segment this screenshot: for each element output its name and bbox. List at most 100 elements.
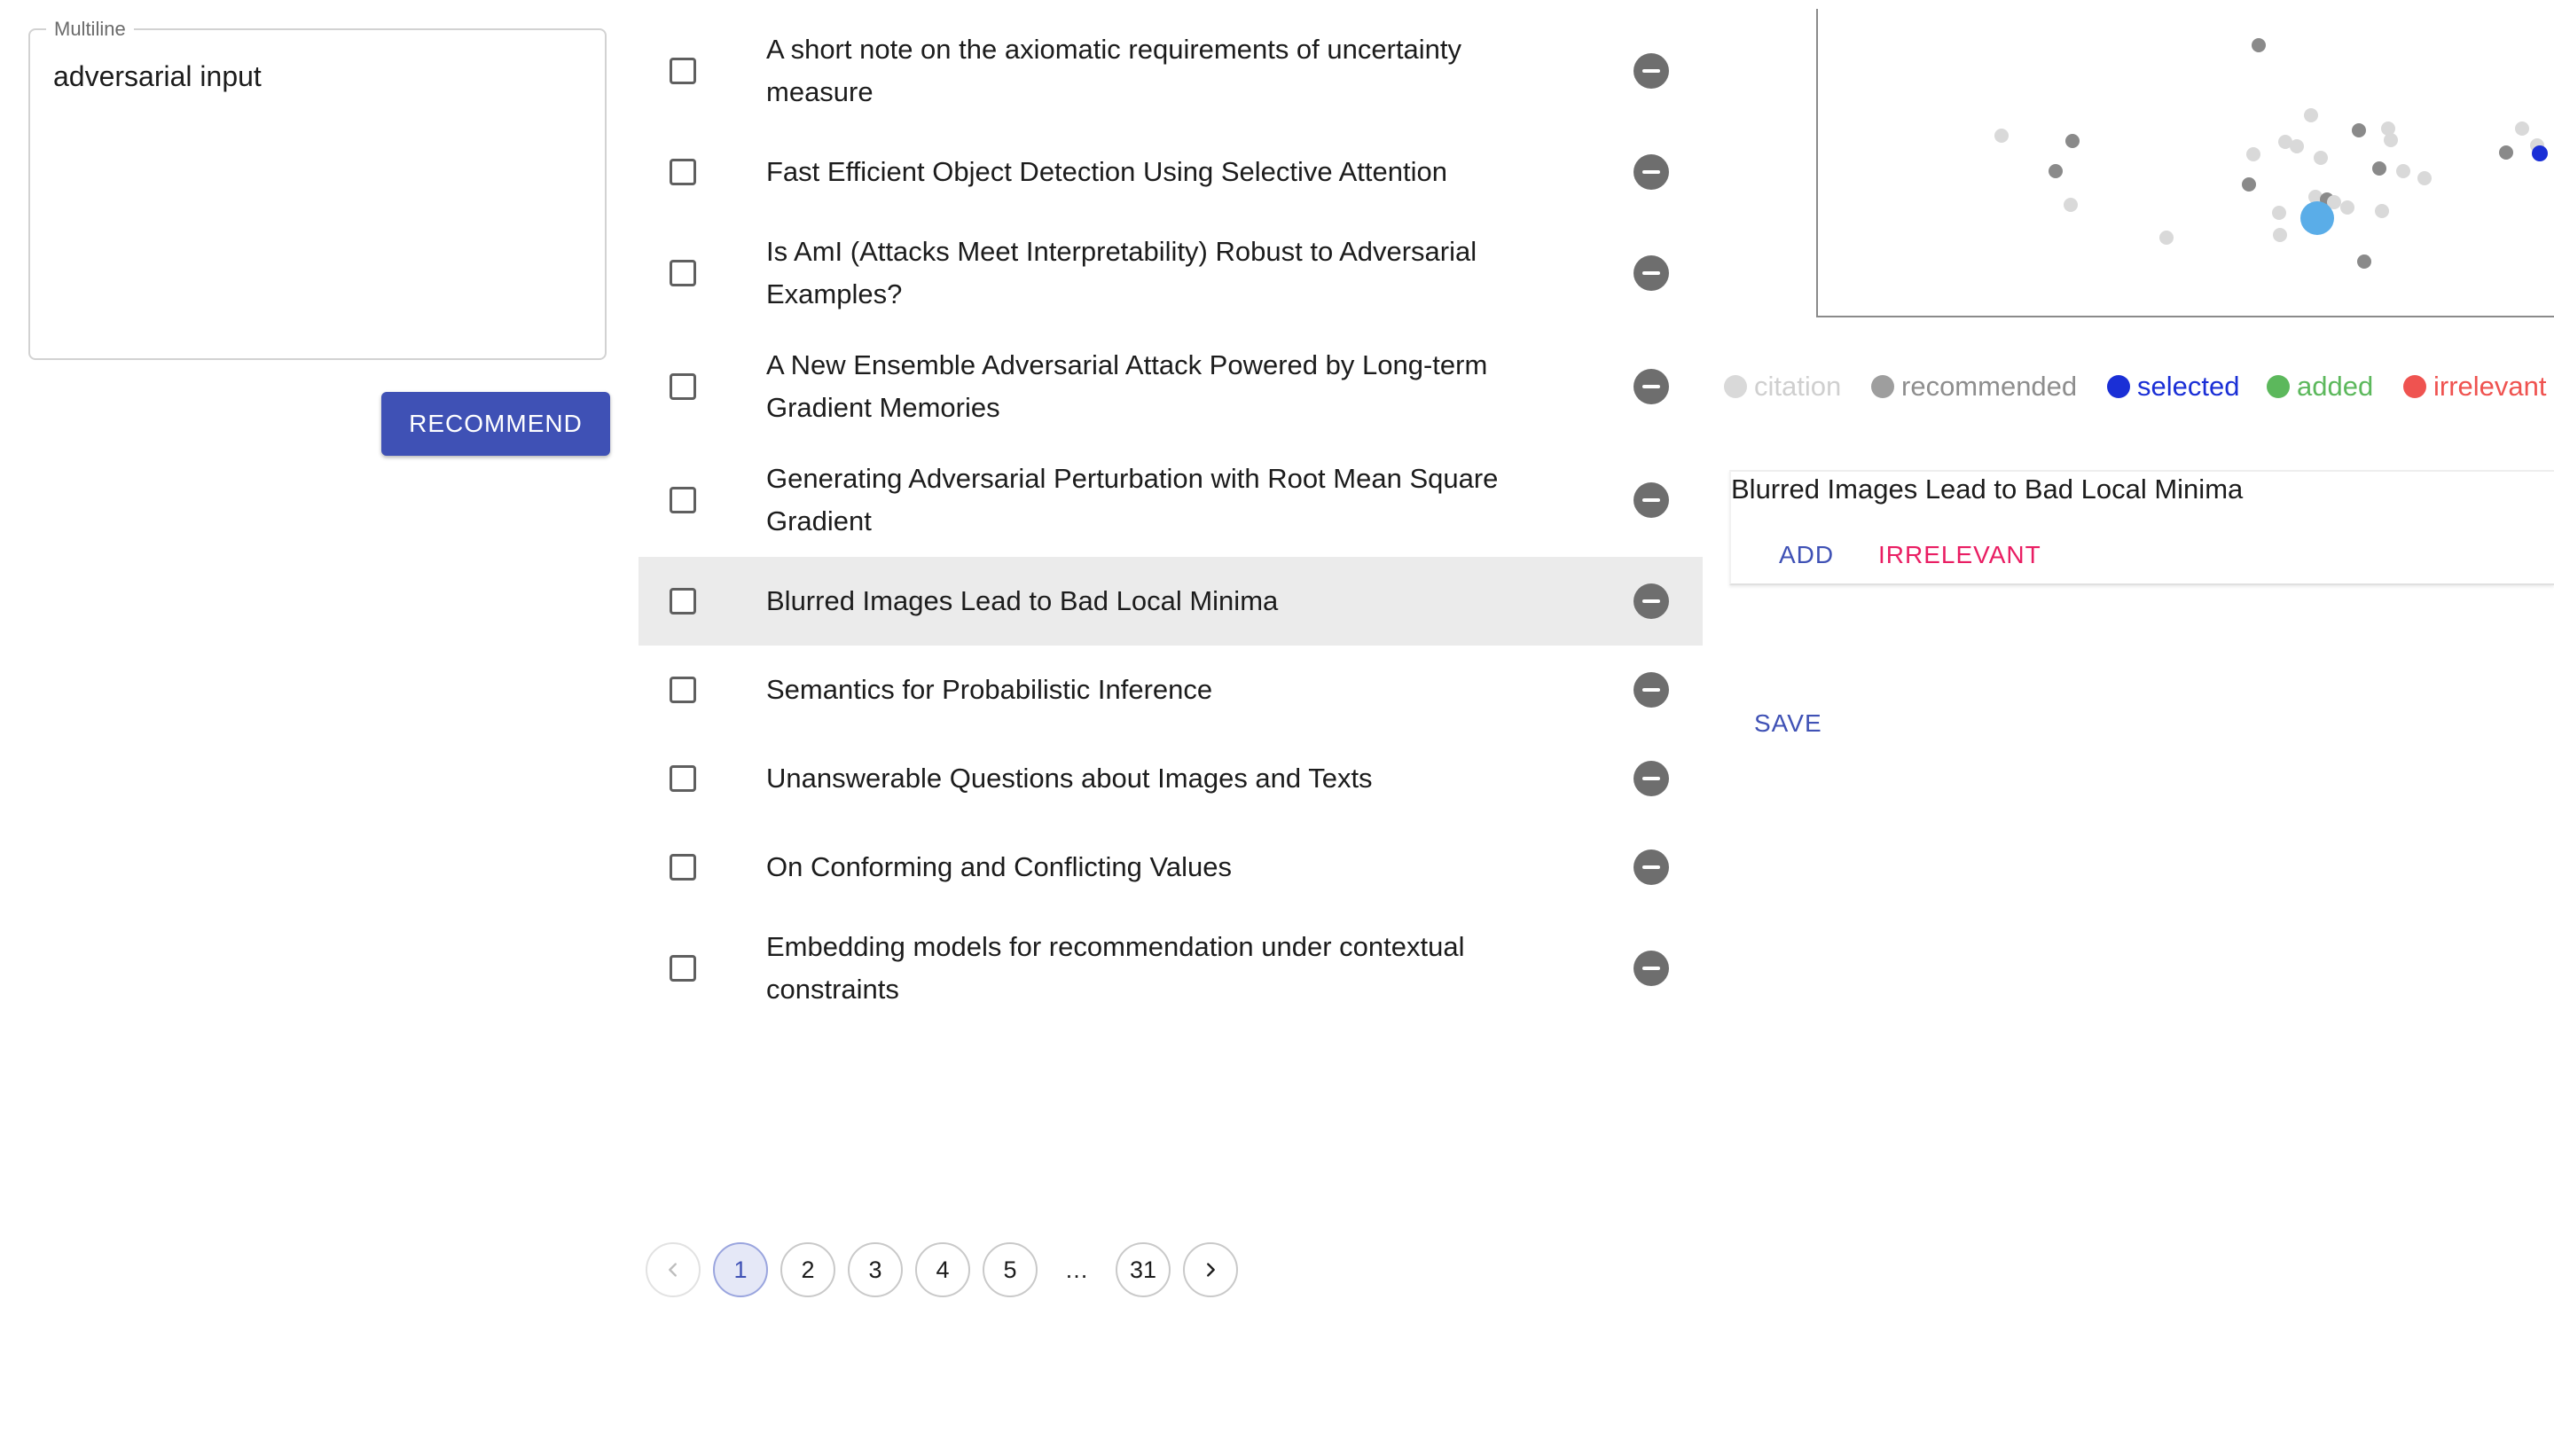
citation-point[interactable] — [2159, 231, 2174, 245]
selected-point[interactable] — [2532, 145, 2548, 161]
paper-checkbox[interactable] — [670, 677, 696, 703]
save-button[interactable]: SAVE — [1754, 709, 1822, 738]
query-field-label: Multiline — [46, 20, 134, 39]
paper-row[interactable]: Generating Adversarial Perturbation with… — [638, 432, 1703, 568]
legend-label: added — [2297, 371, 2374, 402]
recommended-dot-icon — [1871, 375, 1894, 398]
recommended-point[interactable] — [2065, 134, 2080, 148]
prev-page-button[interactable] — [646, 1242, 701, 1297]
page-button-last[interactable]: 31 — [1116, 1242, 1171, 1297]
remove-circle-icon[interactable] — [1633, 583, 1669, 619]
selected-paper-card: Blurred Images Lead to Bad Local Minima … — [1729, 470, 2554, 585]
citation-point[interactable] — [2314, 151, 2328, 165]
paper-row[interactable]: A short note on the axiomatic requiremen… — [638, 0, 1703, 142]
citation-point[interactable] — [2273, 228, 2287, 242]
paper-row[interactable]: Fast Efficient Object Detection Using Se… — [638, 142, 1703, 202]
citation-point[interactable] — [2246, 147, 2260, 161]
legend-added: added — [2267, 371, 2373, 403]
remove-circle-icon[interactable] — [1633, 53, 1669, 89]
selected-dot-icon — [2107, 375, 2130, 398]
legend-label: citation — [1754, 371, 1842, 402]
paper-title[interactable]: A New Ensemble Adversarial Attack Powere… — [766, 344, 1547, 429]
recommended-point[interactable] — [2372, 161, 2386, 176]
chevron-left-icon — [669, 1263, 677, 1277]
paper-checkbox[interactable] — [670, 588, 696, 614]
remove-circle-icon[interactable] — [1633, 672, 1669, 708]
paper-title[interactable]: Is AmI (Attacks Meet Interpretability) R… — [766, 231, 1547, 316]
legend-recommended: recommended — [1871, 371, 2077, 403]
query-field[interactable]: Multiline adversarial input — [28, 20, 607, 360]
paper-checkbox[interactable] — [670, 373, 696, 400]
paper-row[interactable]: Semantics for Probabilistic Inference — [638, 646, 1703, 734]
add-button[interactable]: ADD — [1779, 541, 1834, 569]
paper-title[interactable]: Semantics for Probabilistic Inference — [766, 669, 1547, 711]
citation-point[interactable] — [2417, 171, 2432, 185]
paper-title[interactable]: Blurred Images Lead to Bad Local Minima — [766, 580, 1547, 622]
recommended-point[interactable] — [2252, 38, 2266, 52]
paper-checkbox[interactable] — [670, 58, 696, 84]
paper-row[interactable]: On Conforming and Conflicting Values — [638, 823, 1703, 912]
paper-checkbox[interactable] — [670, 487, 696, 513]
citation-point[interactable] — [2272, 206, 2286, 220]
recommended-point[interactable] — [2499, 145, 2513, 160]
remove-circle-icon[interactable] — [1633, 154, 1669, 190]
chevron-right-icon — [1207, 1263, 1215, 1277]
paper-title[interactable]: On Conforming and Conflicting Values — [766, 846, 1547, 888]
paper-title[interactable]: Fast Efficient Object Detection Using Se… — [766, 151, 1547, 193]
irrelevant-button[interactable]: IRRELEVANT — [1878, 541, 2041, 569]
paper-row[interactable]: Embedding models for recommendation unde… — [638, 912, 1703, 1025]
citation-point[interactable] — [2515, 121, 2529, 136]
citation-point[interactable] — [2304, 108, 2318, 122]
paper-checkbox[interactable] — [670, 765, 696, 792]
paper-row[interactable]: Blurred Images Lead to Bad Local Minima — [638, 557, 1703, 646]
query-text[interactable]: adversarial input — [53, 60, 262, 93]
citation-point[interactable] — [2290, 139, 2304, 153]
paper-checkbox[interactable] — [670, 159, 696, 185]
citation-point[interactable] — [2384, 133, 2398, 147]
paper-row[interactable]: Unanswerable Questions about Images and … — [638, 734, 1703, 823]
legend-selected: selected — [2107, 371, 2239, 403]
recommended-point[interactable] — [2357, 254, 2371, 269]
page-ellipsis: … — [1064, 1256, 1089, 1283]
paper-title[interactable]: A short note on the axiomatic requiremen… — [766, 28, 1547, 114]
legend-label: selected — [2137, 371, 2240, 402]
legend-label: recommended — [1901, 371, 2078, 402]
irrelevant-dot-icon — [2403, 375, 2426, 398]
plot-canvas[interactable] — [1818, 9, 2554, 317]
citation-point[interactable] — [2396, 164, 2410, 178]
recommended-point[interactable] — [2242, 177, 2256, 192]
remove-circle-icon[interactable] — [1633, 482, 1669, 518]
page-button-1[interactable]: 1 — [713, 1242, 768, 1297]
page-button-2[interactable]: 2 — [780, 1242, 835, 1297]
paper-checkbox[interactable] — [670, 955, 696, 982]
recommended-point[interactable] — [2352, 123, 2366, 137]
selected-paper-title: Blurred Images Lead to Bad Local Minima — [1731, 474, 2244, 505]
legend-label: irrelevant — [2433, 371, 2547, 402]
remove-circle-icon[interactable] — [1633, 255, 1669, 291]
legend-irrelevant: irrelevant — [2403, 371, 2547, 403]
remove-circle-icon[interactable] — [1633, 369, 1669, 404]
paper-title[interactable]: Unanswerable Questions about Images and … — [766, 757, 1547, 800]
paper-checkbox[interactable] — [670, 260, 696, 286]
paper-title[interactable]: Generating Adversarial Perturbation with… — [766, 458, 1547, 543]
paper-checkbox[interactable] — [670, 854, 696, 881]
legend-citation: citation — [1724, 371, 1841, 403]
recommended-point[interactable] — [2049, 164, 2063, 178]
citation-point[interactable] — [2064, 198, 2078, 212]
citation-point[interactable] — [2340, 200, 2354, 215]
page-button-4[interactable]: 4 — [915, 1242, 970, 1297]
citation-dot-icon — [1724, 375, 1747, 398]
page-button-5[interactable]: 5 — [983, 1242, 1038, 1297]
next-page-button[interactable] — [1183, 1242, 1238, 1297]
citation-point[interactable] — [2375, 204, 2389, 218]
focused-paper-point[interactable] — [2300, 201, 2334, 235]
paper-title[interactable]: Embedding models for recommendation unde… — [766, 926, 1547, 1011]
added-dot-icon — [2267, 375, 2290, 398]
recommend-button[interactable]: RECOMMEND — [381, 392, 610, 456]
remove-circle-icon[interactable] — [1633, 761, 1669, 796]
page-button-3[interactable]: 3 — [848, 1242, 903, 1297]
citation-point[interactable] — [1994, 129, 2009, 143]
embedding-plot[interactable] — [1816, 9, 2554, 317]
remove-circle-icon[interactable] — [1633, 849, 1669, 885]
remove-circle-icon[interactable] — [1633, 951, 1669, 986]
